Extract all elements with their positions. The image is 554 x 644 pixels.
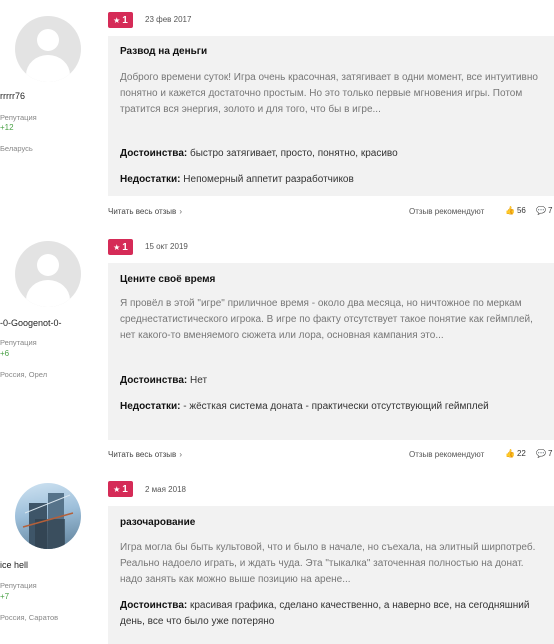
thumbs-up-icon: 👍 xyxy=(505,449,515,458)
review-text: Игра могла бы быть культовой, что и было… xyxy=(120,542,536,585)
chevron-right-icon: › xyxy=(179,207,182,216)
avatar[interactable] xyxy=(15,16,81,82)
username[interactable]: -0-Googenot-0- xyxy=(0,318,96,328)
username[interactable]: rrrrr76 xyxy=(0,91,96,101)
like-button[interactable]: 👍 22 xyxy=(505,449,526,458)
review-title[interactable]: разочарование xyxy=(120,517,195,528)
recommend-label: Отзыв рекомендуют xyxy=(409,450,485,459)
thumbs-up-icon: 👍 xyxy=(505,206,515,215)
review-pros: Достоинства: красивая графика, сделано к… xyxy=(120,600,530,627)
rating-badge: ★ 1 xyxy=(108,239,133,255)
review-date: 2 мая 2018 xyxy=(145,485,186,494)
review-pros: Достоинства: быстро затягивает, просто, … xyxy=(120,148,398,159)
review-card: Цените своё время Я провёл в этой "игре"… xyxy=(108,263,554,440)
reputation-label: Репутация xyxy=(0,113,37,122)
username[interactable]: ice hell xyxy=(0,560,96,570)
avatar[interactable] xyxy=(15,483,81,549)
star-icon: ★ xyxy=(113,242,121,252)
review-date: 15 окт 2019 xyxy=(145,242,188,251)
review-date: 23 фев 2017 xyxy=(145,15,192,24)
review-title[interactable]: Цените своё время xyxy=(120,274,215,285)
reputation-label: Репутация xyxy=(0,338,37,347)
read-more-link[interactable]: Читать весь отзыв › xyxy=(108,207,182,216)
recommend-label: Отзыв рекомендуют xyxy=(409,207,485,216)
user-location: Беларусь xyxy=(0,144,33,153)
rating-badge: ★ 1 xyxy=(108,481,133,497)
rating-badge: ★ 1 xyxy=(108,12,133,28)
review-card: разочарование Игра могла бы быть культов… xyxy=(108,506,554,644)
user-location: Россия, Саратов xyxy=(0,613,59,622)
building-photo-icon xyxy=(22,493,74,549)
user-location: Россия, Орел xyxy=(0,370,48,379)
reputation-value: +6 xyxy=(0,349,10,358)
review-card: Развод на деньги Доброго времени суток! … xyxy=(108,36,554,196)
comments-button[interactable]: 💬 7 xyxy=(536,206,552,215)
review-text: Я провёл в этой "игре" приличное время -… xyxy=(120,298,533,341)
comments-button[interactable]: 💬 7 xyxy=(536,449,552,458)
star-icon: ★ xyxy=(113,15,121,25)
review-cons: Недостатки: - жёсткая система доната - п… xyxy=(120,401,489,412)
reputation-value: +7 xyxy=(0,592,10,601)
reputation-value: +12 xyxy=(0,123,14,132)
read-more-link[interactable]: Читать весь отзыв › xyxy=(108,450,182,459)
chevron-right-icon: › xyxy=(179,450,182,459)
review-title[interactable]: Развод на деньги xyxy=(120,46,207,57)
comment-icon: 💬 xyxy=(536,449,546,458)
review-cons: Недостатки: Непомерный аппетит разработч… xyxy=(120,174,354,185)
comment-icon: 💬 xyxy=(536,206,546,215)
like-button[interactable]: 👍 56 xyxy=(505,206,526,215)
review-text: Доброго времени суток! Игра очень красоч… xyxy=(120,72,538,115)
avatar[interactable] xyxy=(15,241,81,307)
reputation-label: Репутация xyxy=(0,581,37,590)
star-icon: ★ xyxy=(113,484,121,494)
review-pros: Достоинства: Нет xyxy=(120,375,208,386)
